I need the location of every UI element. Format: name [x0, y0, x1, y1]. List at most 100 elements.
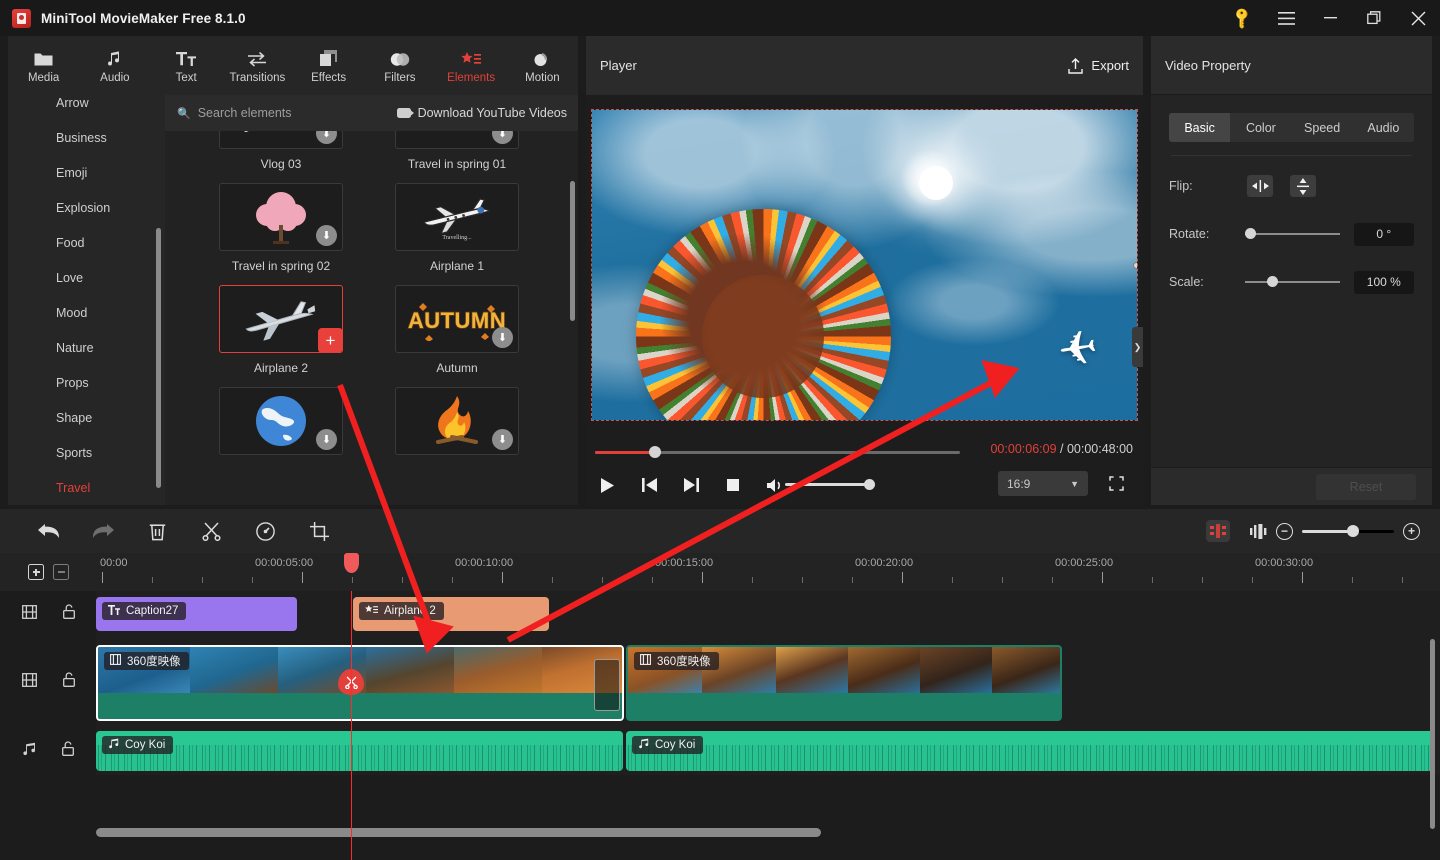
timeline-clip-audio-2[interactable]: Coy Koi — [626, 731, 1434, 771]
download-badge-icon[interactable]: ⬇ — [492, 327, 513, 348]
add-track-button[interactable] — [28, 564, 44, 580]
download-youtube-videos-link[interactable]: Download YouTube Videos — [396, 106, 567, 120]
clip-trim-handle-right[interactable] — [594, 659, 620, 711]
delete-button[interactable] — [130, 509, 184, 553]
timeline-clip-audio-1[interactable]: Coy Koi — [96, 731, 623, 771]
sidebar-item-emoji[interactable]: Emoji — [8, 155, 165, 190]
sidebar-item-arrow[interactable]: Arrow — [8, 95, 165, 120]
video-preview[interactable]: ✈ — [591, 109, 1138, 421]
resize-handle-right[interactable] — [1133, 262, 1137, 269]
scale-value-field[interactable]: 100 % — [1353, 270, 1415, 294]
keyframe-button[interactable] — [1206, 520, 1230, 542]
category-scrollbar[interactable] — [156, 228, 161, 488]
next-frame-button[interactable] — [670, 471, 712, 499]
search-box[interactable]: 🔍 — [177, 106, 348, 120]
tab-text[interactable]: Text — [151, 36, 222, 95]
sidebar-item-travel[interactable]: Travel — [8, 470, 165, 505]
audio-detach-button[interactable] — [1242, 516, 1276, 546]
volume-slider-handle[interactable] — [864, 479, 875, 490]
download-badge-icon[interactable]: ⬇ — [316, 225, 337, 246]
download-badge-icon[interactable]: ⬇ — [316, 131, 337, 144]
remove-track-button[interactable] — [53, 564, 69, 580]
rotate-slider[interactable] — [1245, 227, 1341, 241]
elements-scrollbar[interactable] — [570, 181, 575, 321]
tab-filters[interactable]: Filters — [364, 36, 435, 95]
search-input[interactable] — [197, 106, 348, 120]
download-badge-icon[interactable]: ⬇ — [316, 429, 337, 450]
close-icon[interactable] — [1396, 0, 1440, 36]
zoom-out-button[interactable]: − — [1276, 522, 1293, 540]
element-thumbnail[interactable]: AUTUMN ⬇ — [395, 285, 519, 353]
tab-transitions[interactable]: Transitions — [222, 36, 293, 95]
tab-audio[interactable]: Audio — [79, 36, 150, 95]
sidebar-item-food[interactable]: Food — [8, 225, 165, 260]
zoom-in-button[interactable]: + — [1403, 522, 1420, 540]
element-thumbnail[interactable]: ⬇ — [219, 131, 343, 149]
scale-slider[interactable] — [1245, 275, 1341, 289]
add-element-button[interactable]: + — [318, 328, 342, 352]
zoom-slider-handle[interactable] — [1347, 525, 1359, 537]
download-badge-icon[interactable]: ⬇ — [492, 131, 513, 144]
element-card-autumn[interactable]: AUTUMN ⬇ Autumn — [395, 285, 519, 375]
element-card-travel-in-spring-02[interactable]: ⬇ Travel in spring 02 — [219, 183, 343, 273]
timeline-clip-airplane-2[interactable]: Airplane 2 — [353, 597, 549, 631]
element-thumbnail[interactable]: Travelling... — [395, 183, 519, 251]
element-card-airplane-2[interactable]: + Airplane 2 — [219, 285, 343, 375]
tab-color[interactable]: Color — [1230, 113, 1291, 142]
timeline-horizontal-scrollbar[interactable] — [96, 828, 821, 837]
sidebar-item-business[interactable]: Business — [8, 120, 165, 155]
element-card-airplane-1[interactable]: Travelling... Airplane 1 — [395, 183, 519, 273]
maximize-icon[interactable] — [1352, 0, 1396, 36]
timeline-ruler[interactable]: 00:00 00:00:05:00 00:00:10:00 00:00:15:0… — [96, 553, 1440, 591]
flip-horizontal-button[interactable] — [1247, 175, 1273, 197]
timeline-clip-caption27[interactable]: Caption27 — [96, 597, 297, 631]
element-thumbnail[interactable]: + — [219, 285, 343, 353]
key-icon[interactable]: 🔑 — [1220, 0, 1264, 36]
collapse-property-panel-button[interactable]: ❯ — [1132, 327, 1143, 367]
aspect-ratio-select[interactable]: 16:9 ▼ — [998, 471, 1088, 496]
volume-slider-track[interactable] — [785, 483, 875, 486]
tab-elements[interactable]: Elements — [436, 36, 507, 95]
sidebar-item-props[interactable]: Props — [8, 365, 165, 400]
scale-slider-handle[interactable] — [1267, 276, 1279, 287]
redo-button[interactable] — [76, 509, 130, 553]
tab-speed[interactable]: Speed — [1292, 113, 1353, 142]
timeline-vertical-scrollbar[interactable] — [1430, 639, 1435, 829]
seek-handle[interactable] — [649, 446, 661, 458]
sidebar-item-sports[interactable]: Sports — [8, 435, 165, 470]
speed-button[interactable] — [238, 509, 292, 553]
rotate-slider-handle[interactable] — [1245, 228, 1257, 239]
play-button[interactable] — [586, 471, 628, 499]
unlock-icon[interactable] — [63, 604, 75, 624]
sidebar-item-love[interactable]: Love — [8, 260, 165, 295]
sidebar-item-mood[interactable]: Mood — [8, 295, 165, 330]
undo-button[interactable] — [22, 509, 76, 553]
sidebar-item-nature[interactable]: Nature — [8, 330, 165, 365]
element-thumbnail[interactable]: ⬇ — [395, 131, 519, 149]
tab-basic[interactable]: Basic — [1169, 113, 1231, 142]
menu-icon[interactable] — [1264, 0, 1308, 36]
tab-effects[interactable]: Effects — [293, 36, 364, 95]
fullscreen-button[interactable] — [1103, 471, 1129, 496]
stop-button[interactable] — [712, 471, 754, 499]
element-card-globe[interactable]: ⬇ — [219, 387, 343, 463]
previous-frame-button[interactable] — [628, 471, 670, 499]
element-card-travel-in-spring-01[interactable]: ⬇ Travel in spring 01 — [395, 131, 519, 171]
unlock-icon[interactable] — [62, 741, 74, 761]
sidebar-item-shape[interactable]: Shape — [8, 400, 165, 435]
split-button[interactable] — [184, 509, 238, 553]
seek-bar[interactable]: 00:00:06:09 / 00:00:48:00 — [595, 442, 1133, 459]
tab-audio[interactable]: Audio — [1353, 113, 1414, 142]
minimize-icon[interactable] — [1308, 0, 1352, 36]
element-card-campfire[interactable]: ⬇ — [395, 387, 519, 463]
rotate-value-field[interactable]: 0 ° — [1353, 222, 1415, 246]
airplane-element-overlay[interactable]: ✈ — [1054, 319, 1101, 378]
playhead-handle[interactable] — [344, 553, 359, 573]
timeline-clip-video-2[interactable]: 360度映像 — [626, 645, 1062, 721]
sidebar-item-explosion[interactable]: Explosion — [8, 190, 165, 225]
element-thumbnail[interactable]: ⬇ — [219, 183, 343, 251]
unlock-icon[interactable] — [63, 672, 75, 692]
download-badge-icon[interactable]: ⬇ — [492, 429, 513, 450]
element-card-vlog-03[interactable]: ⬇ Vlog 03 — [219, 131, 343, 171]
tab-motion[interactable]: Motion — [507, 36, 578, 95]
